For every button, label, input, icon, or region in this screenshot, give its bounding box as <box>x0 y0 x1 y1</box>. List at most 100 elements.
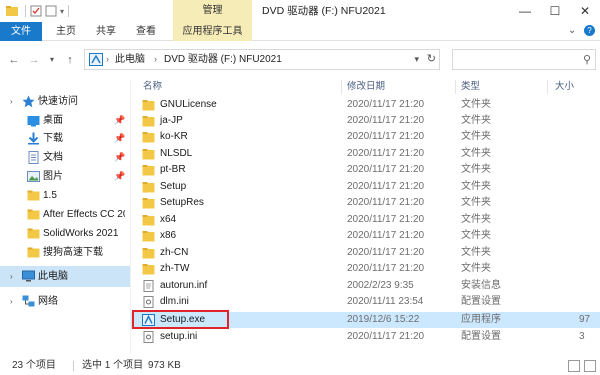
file-type: 配置设置 <box>461 296 501 307</box>
nav-item-solidworks[interactable]: SolidWorks 2021 <box>0 223 130 244</box>
nav-label: 文档 <box>43 152 63 163</box>
refresh-icon[interactable]: ↻ <box>427 50 436 69</box>
help-icon[interactable]: ? <box>584 25 595 36</box>
pin-icon[interactable]: 📌 <box>114 166 125 187</box>
item-count: 23 个项目 <box>12 360 56 371</box>
details-view-icon[interactable] <box>568 360 580 372</box>
maximize-button[interactable]: ☐ <box>540 0 570 22</box>
file-date: 2020/11/17 21:20 <box>347 197 425 208</box>
tab-home[interactable]: 主页 <box>48 22 84 41</box>
file-date: 2020/11/17 21:20 <box>347 131 425 142</box>
breadcrumb-this-pc[interactable]: 此电脑 <box>115 50 145 69</box>
pin-icon[interactable]: 📌 <box>114 128 125 149</box>
file-name: autorun.inf <box>160 280 208 291</box>
desktop-folder-icon <box>27 116 40 127</box>
properties-icon[interactable] <box>30 5 42 17</box>
nav-item-pictures[interactable]: 图片 📌 <box>0 166 130 187</box>
tab-app-tools[interactable]: 应用程序工具 <box>173 22 252 41</box>
tab-share[interactable]: 共享 <box>88 22 124 41</box>
list-item[interactable]: ko-KR 2020/11/17 21:20 文件夹 <box>131 129 600 145</box>
folder-icon <box>27 209 40 220</box>
list-item[interactable]: pt-BR 2020/11/17 21:20 文件夹 <box>131 162 600 178</box>
nav-item-quick-access[interactable]: › 快速访问 <box>0 91 130 112</box>
quick-access-toolbar: ▾ <box>6 4 73 18</box>
recent-locations-chevron-icon[interactable]: ▾ <box>44 52 60 68</box>
nav-label: 搜狗高速下载 <box>43 247 103 258</box>
file-date: 2020/11/17 21:20 <box>347 99 425 110</box>
expand-chevron-icon[interactable]: › <box>10 291 13 312</box>
folder-icon <box>142 132 155 143</box>
customize-chevron-icon[interactable]: ▾ <box>60 7 64 16</box>
back-arrow-icon[interactable]: ← <box>6 52 22 68</box>
file-name: zh-TW <box>160 263 190 274</box>
list-item[interactable]: zh-TW 2020/11/17 21:20 文件夹 <box>131 261 600 277</box>
list-item[interactable]: zh-CN 2020/11/17 21:20 文件夹 <box>131 245 600 261</box>
list-item[interactable]: dlm.ini 2020/11/11 23:54 配置设置 <box>131 294 600 310</box>
nav-label: 下载 <box>43 133 63 144</box>
star-icon <box>22 95 35 108</box>
collapse-ribbon-icon[interactable]: ⌄ <box>568 25 576 36</box>
minimize-button[interactable]: — <box>510 0 540 22</box>
address-dropdown-icon[interactable]: ▾ <box>414 50 419 69</box>
file-type: 应用程序 <box>461 314 501 325</box>
file-name: x86 <box>160 230 177 241</box>
search-box[interactable]: ⚲ <box>452 49 596 70</box>
file-type: 安装信息 <box>461 280 501 291</box>
list-item[interactable]: x64 2020/11/17 21:20 文件夹 <box>131 212 600 228</box>
nav-item-folder-1-5[interactable]: 1.5 <box>0 185 130 206</box>
column-header: 名称 修改日期 类型 大小 <box>131 80 600 94</box>
file-name: Setup <box>160 181 187 192</box>
forward-arrow-icon[interactable]: → <box>26 52 42 68</box>
file-date: 2019/12/6 15:22 <box>347 314 420 325</box>
file-type: 文件夹 <box>461 115 491 126</box>
expand-chevron-icon[interactable]: › <box>10 91 13 112</box>
list-item[interactable]: x86 2020/11/17 21:20 文件夹 <box>131 228 600 244</box>
file-date: 2020/11/17 21:20 <box>347 164 425 175</box>
pin-icon[interactable]: 📌 <box>114 147 125 168</box>
close-button[interactable]: ✕ <box>570 0 600 22</box>
file-type: 文件夹 <box>461 247 491 258</box>
address-bar[interactable]: › 此电脑 › DVD 驱动器 (F:) NFU2021 ▾ ↻ <box>84 49 440 70</box>
navigation-pane: › 快速访问 桌面 📌 下载 📌 文档 📌 图片 📌 1.5 After Eff… <box>0 80 130 354</box>
list-item[interactable]: autorun.inf 2002/2/23 9:35 安装信息 <box>131 278 600 294</box>
file-date: 2020/11/17 21:20 <box>347 115 425 126</box>
nav-item-after-effects[interactable]: After Effects CC 2019 <box>0 204 130 225</box>
nav-item-network[interactable]: › 网络 <box>0 291 130 312</box>
nav-label: 此电脑 <box>38 271 68 282</box>
large-icons-view-icon[interactable] <box>584 360 596 372</box>
folder-icon <box>142 182 155 193</box>
file-type: 文件夹 <box>461 214 491 225</box>
file-name: SetupRes <box>160 197 204 208</box>
tab-file[interactable]: 文件 <box>0 22 42 41</box>
up-arrow-icon[interactable]: ↑ <box>62 52 78 68</box>
list-item[interactable]: NLSDL 2020/11/17 21:20 文件夹 <box>131 146 600 162</box>
column-size-header[interactable]: 大小 <box>555 80 574 94</box>
file-name: dlm.ini <box>160 296 189 307</box>
network-icon <box>22 295 35 307</box>
file-name: setup.ini <box>160 331 198 342</box>
folder-icon <box>27 190 40 201</box>
nav-item-documents[interactable]: 文档 📌 <box>0 147 130 168</box>
list-item[interactable]: SetupRes 2020/11/17 21:20 文件夹 <box>131 195 600 211</box>
list-item[interactable]: setup.ini 2020/11/17 21:20 配置设置 3 <box>131 329 600 345</box>
column-date-header[interactable]: 修改日期 <box>347 80 385 94</box>
nav-item-sogou-downloads[interactable]: 搜狗高速下载 <box>0 242 130 263</box>
expand-chevron-icon[interactable]: › <box>10 266 13 287</box>
folder-icon <box>142 116 155 127</box>
new-folder-icon[interactable] <box>45 5 57 17</box>
file-date: 2020/11/17 21:20 <box>347 263 425 274</box>
breadcrumb-dvd-drive[interactable]: DVD 驱动器 (F:) NFU2021 <box>164 50 282 69</box>
nav-item-this-pc[interactable]: › 此电脑 <box>0 266 130 287</box>
nav-item-downloads[interactable]: 下载 📌 <box>0 128 130 149</box>
tab-view[interactable]: 查看 <box>128 22 164 41</box>
file-type: 配置设置 <box>461 331 501 342</box>
list-item[interactable]: GNULicense 2020/11/17 21:20 文件夹 <box>131 97 600 113</box>
column-type-header[interactable]: 类型 <box>461 80 480 94</box>
search-icon: ⚲ <box>582 54 591 66</box>
list-item[interactable]: Setup 2020/11/17 21:20 文件夹 <box>131 179 600 195</box>
breadcrumb-chevron-icon: › <box>154 54 157 64</box>
file-name: NLSDL <box>160 148 193 159</box>
list-item[interactable]: ja-JP 2020/11/17 21:20 文件夹 <box>131 113 600 129</box>
documents-folder-icon <box>28 151 39 164</box>
column-name-header[interactable]: 名称 <box>143 80 162 94</box>
